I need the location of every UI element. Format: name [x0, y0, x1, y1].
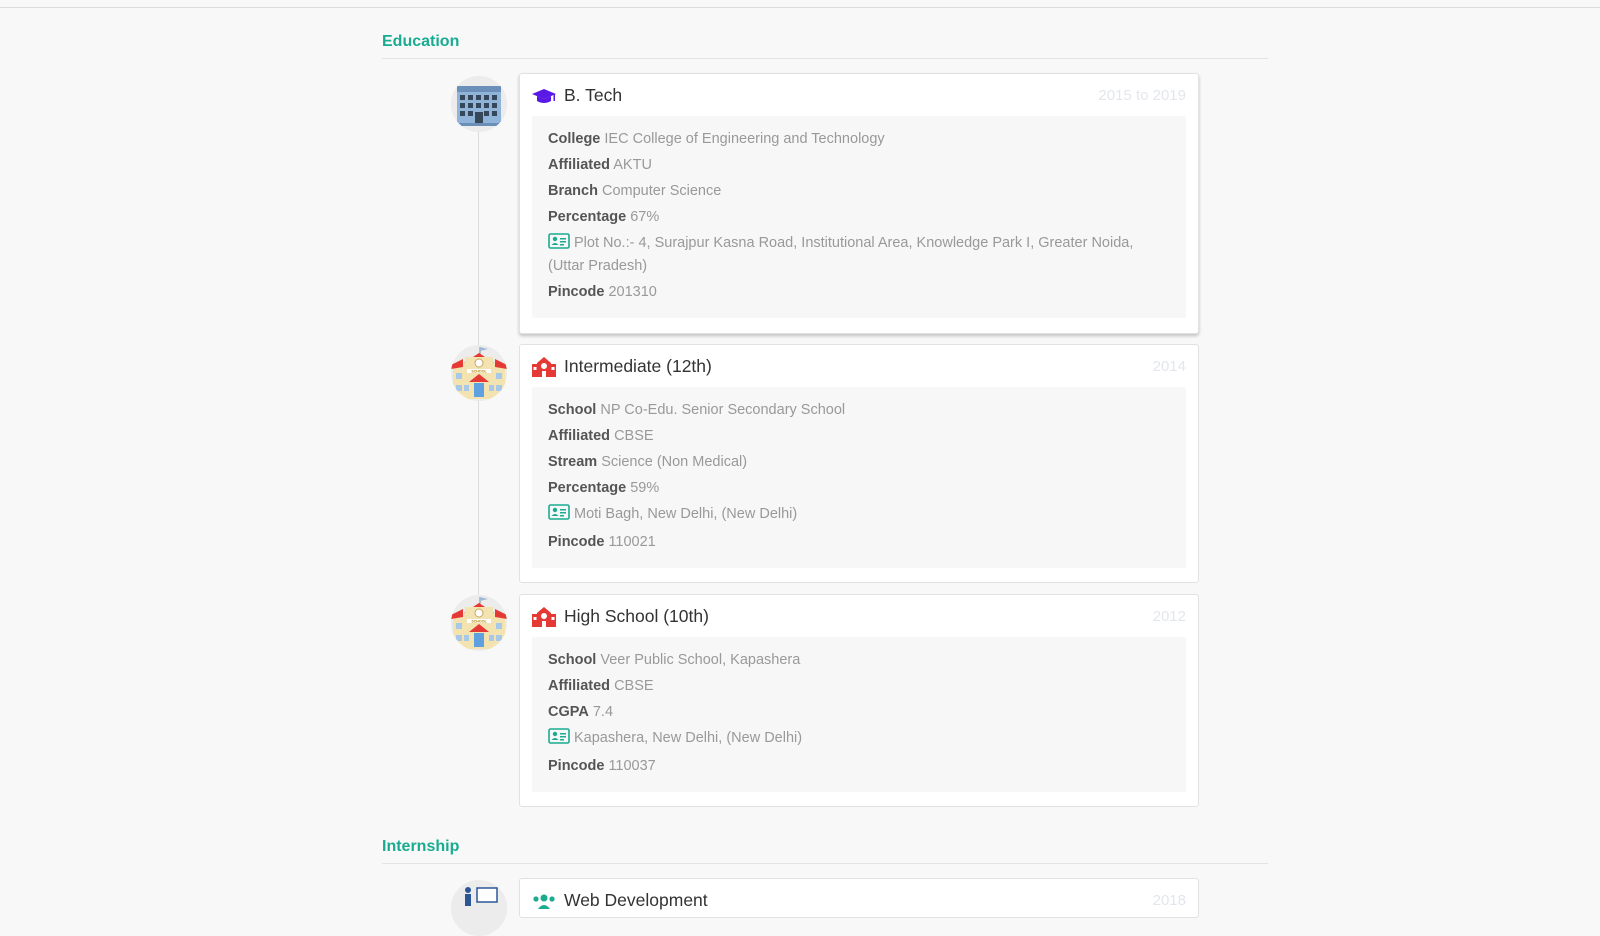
detail-value: Science (Non Medical)	[601, 454, 748, 470]
detail-row: Affiliated CBSE	[548, 426, 1170, 447]
top-divider	[0, 7, 1600, 8]
detail-row: College IEC College of Engineering and T…	[548, 129, 1170, 150]
address-row: Plot No.:- 4, Surajpur Kasna Road, Insti…	[548, 233, 1170, 277]
card-details: School Veer Public School, Kapashera Aff…	[532, 637, 1186, 792]
internship-card: Web Development 2018	[519, 878, 1199, 918]
card-details: College IEC College of Engineering and T…	[532, 116, 1186, 318]
card-title: High School (10th)	[564, 606, 709, 626]
users-icon	[532, 891, 556, 911]
detail-label: College	[548, 131, 601, 147]
detail-label: Pincode	[548, 534, 605, 550]
detail-row: Pincode 110021	[548, 532, 1170, 553]
address-text: Plot No.:- 4, Surajpur Kasna Road, Insti…	[548, 235, 1134, 274]
school-icon	[532, 357, 556, 377]
detail-row: Branch Computer Science	[548, 181, 1170, 202]
detail-value: NP Co-Edu. Senior Secondary School	[600, 402, 846, 418]
card-year: 2014	[1152, 358, 1186, 375]
detail-value: AKTU	[613, 157, 652, 173]
education-card-btech: B. Tech 2015 to 2019 College IEC College…	[519, 73, 1199, 334]
detail-label: School	[548, 402, 597, 418]
detail-value: 201310	[608, 284, 657, 300]
school-icon	[532, 607, 556, 627]
detail-label: Branch	[548, 183, 598, 199]
svg-text:SCHOOL: SCHOOL	[471, 369, 487, 373]
card-title: Intermediate (12th)	[564, 356, 712, 376]
address-text: Kapashera, New Delhi, (New Delhi)	[574, 730, 803, 746]
detail-row: School Veer Public School, Kapashera	[548, 650, 1170, 671]
detail-label: Stream	[548, 454, 598, 470]
presentation-icon	[451, 880, 507, 936]
address-text: Moti Bagh, New Delhi, (New Delhi)	[574, 506, 798, 522]
detail-value: CBSE	[614, 678, 654, 694]
detail-label: Affiliated	[548, 157, 611, 173]
section-title-internship: Internship	[382, 838, 1268, 864]
detail-label: Percentage	[548, 480, 627, 496]
id-card-icon	[548, 233, 570, 256]
id-card-icon	[548, 728, 570, 751]
card-title: B. Tech	[564, 85, 623, 105]
detail-row: Affiliated AKTU	[548, 155, 1170, 176]
graduation-cap-icon	[532, 86, 556, 106]
school-building-icon: SCHOOL	[451, 595, 507, 651]
detail-row: Pincode 110037	[548, 756, 1170, 777]
detail-row: School NP Co-Edu. Senior Secondary Schoo…	[548, 400, 1170, 421]
detail-label: Affiliated	[548, 428, 611, 444]
detail-value: CBSE	[614, 428, 654, 444]
detail-value: 110021	[608, 534, 656, 550]
detail-row: Percentage 67%	[548, 207, 1170, 228]
education-card-intermediate: Intermediate (12th) 2014 School NP Co-Ed…	[519, 344, 1199, 583]
detail-row: Stream Science (Non Medical)	[548, 452, 1170, 473]
address-row: Kapashera, New Delhi, (New Delhi)	[548, 728, 1170, 751]
detail-label: CGPA	[548, 704, 589, 720]
detail-row: Affiliated CBSE	[548, 676, 1170, 697]
detail-value: Computer Science	[602, 183, 722, 199]
svg-text:SCHOOL: SCHOOL	[471, 619, 487, 623]
school-building-icon: SCHOOL	[451, 345, 507, 401]
detail-value: 110037	[608, 758, 656, 774]
card-year: 2015 to 2019	[1098, 87, 1186, 104]
id-card-icon	[548, 504, 570, 527]
detail-row: CGPA 7.4	[548, 702, 1170, 723]
detail-value: Veer Public School, Kapashera	[600, 652, 801, 668]
detail-value: 7.4	[592, 704, 614, 720]
education-card-highschool: High School (10th) 2012 School Veer Publ…	[519, 594, 1199, 807]
detail-row: Pincode 201310	[548, 282, 1170, 303]
detail-label: Pincode	[548, 758, 605, 774]
detail-label: School	[548, 652, 597, 668]
detail-label: Affiliated	[548, 678, 611, 694]
detail-label: Pincode	[548, 284, 605, 300]
detail-value: 67%	[630, 209, 660, 225]
detail-label: Percentage	[548, 209, 627, 225]
card-year: 2012	[1152, 608, 1186, 625]
detail-value: IEC College of Engineering and Technolog…	[604, 131, 885, 147]
detail-row: Percentage 59%	[548, 478, 1170, 499]
section-title-education: Education	[382, 33, 1268, 59]
college-building-icon	[451, 76, 507, 132]
card-details: School NP Co-Edu. Senior Secondary Schoo…	[532, 387, 1186, 568]
address-row: Moti Bagh, New Delhi, (New Delhi)	[548, 504, 1170, 527]
detail-value: 59%	[630, 480, 660, 496]
